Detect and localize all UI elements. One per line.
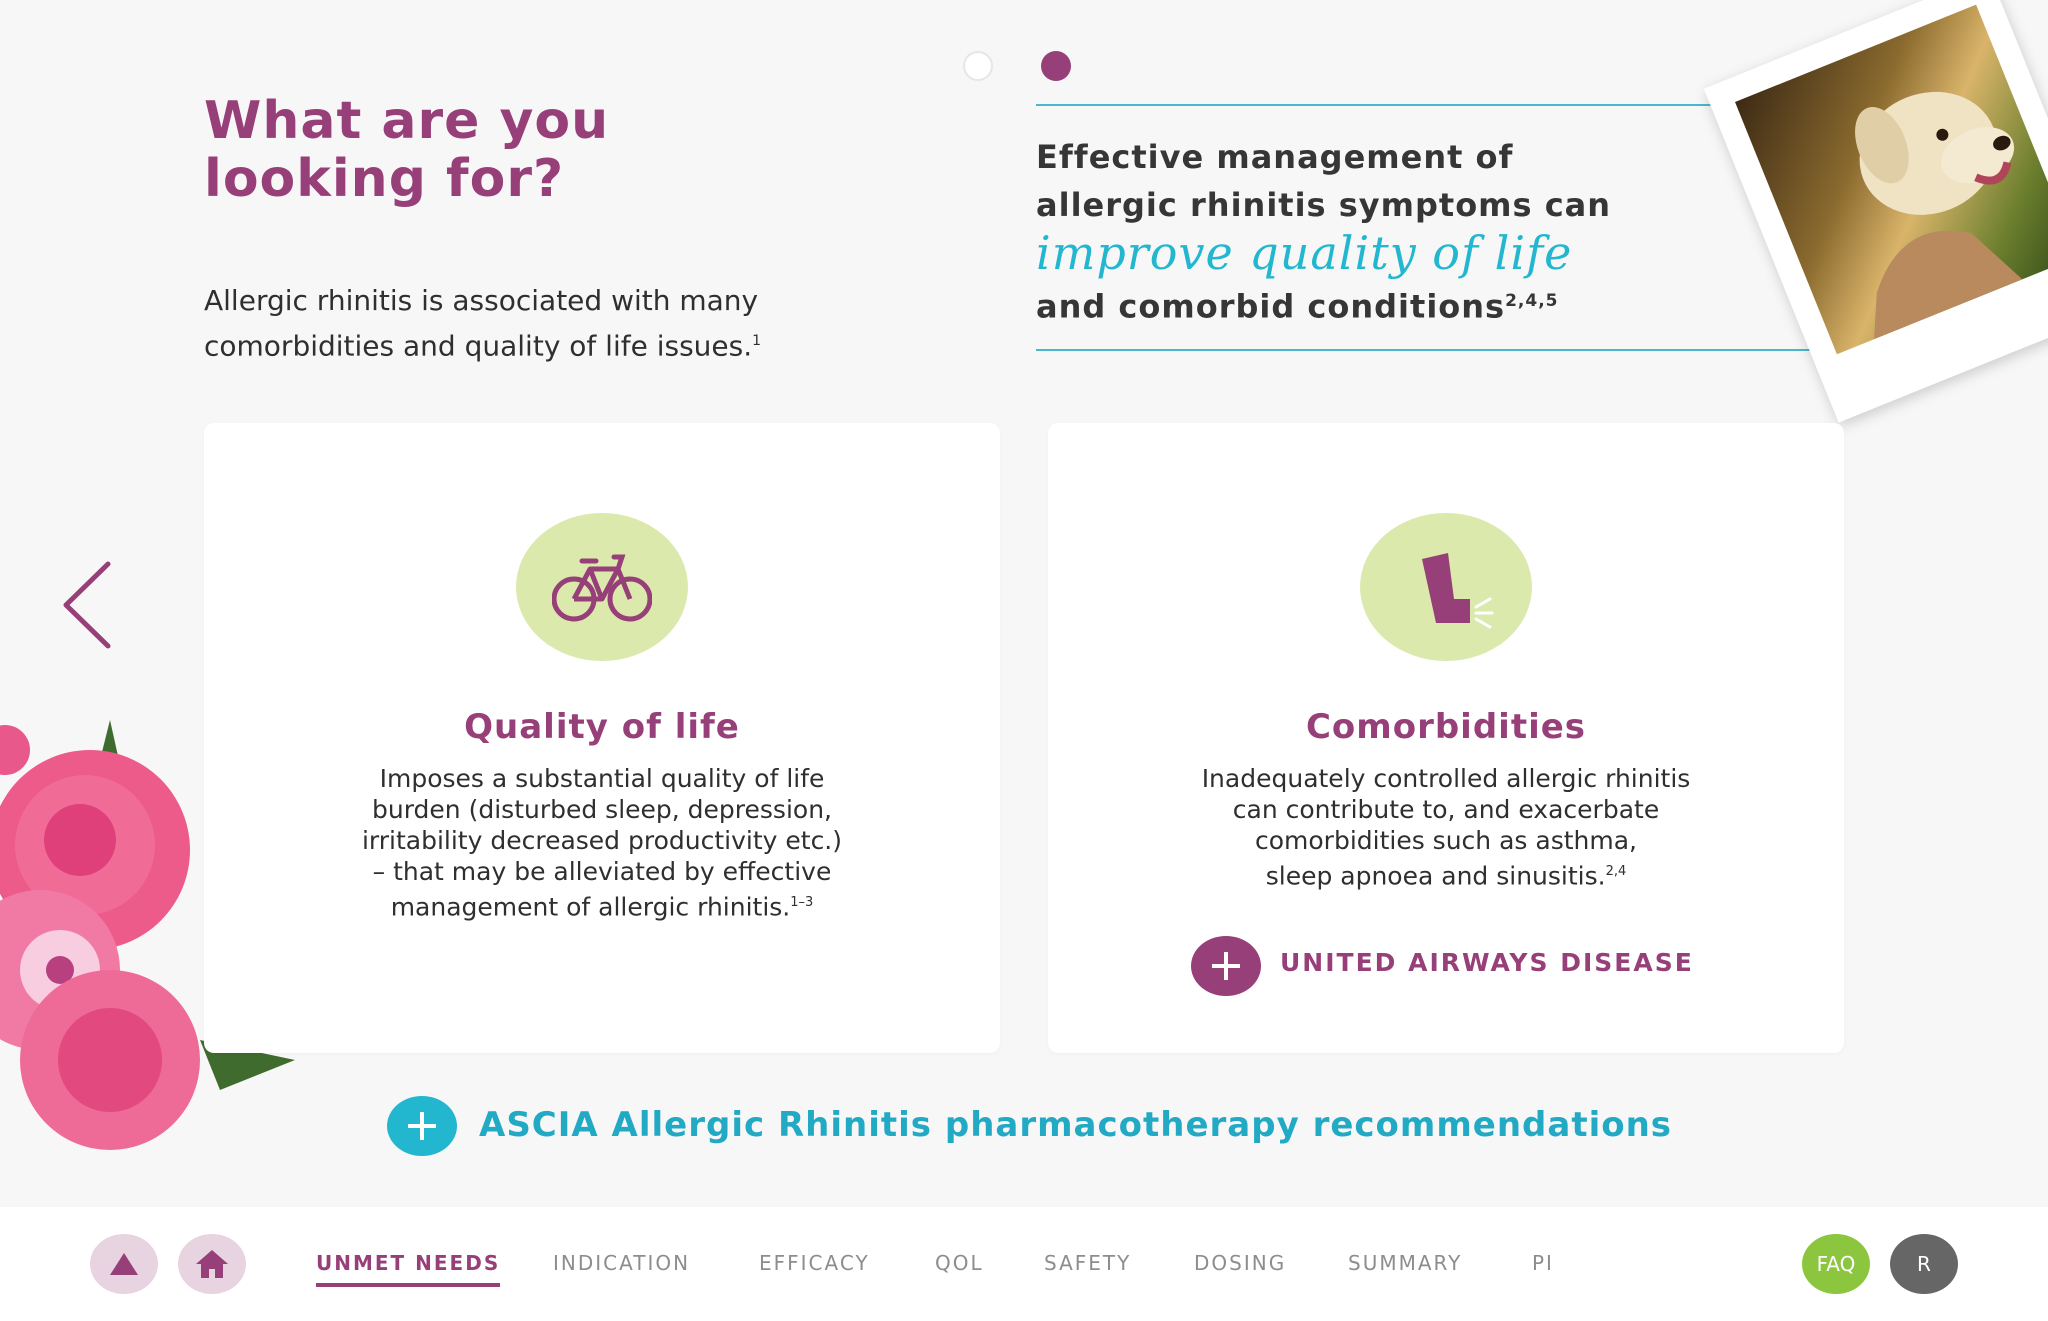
united-airways-expand-button[interactable] [1191,936,1261,996]
quote-rule-bottom [1036,349,1844,351]
card-1-line-2: burden (disturbed sleep, depression, [372,795,832,824]
tab-summary[interactable]: SUMMARY [1348,1251,1462,1275]
tab-dosing[interactable]: DOSING [1194,1251,1286,1275]
card-text-quality-of-life: Imposes a substantial quality of life bu… [264,763,940,922]
tab-qol[interactable]: QOL [935,1251,984,1275]
triangle-up-icon [110,1253,138,1275]
card-icon-circle [516,513,688,661]
scroll-up-button[interactable] [90,1234,158,1294]
tab-efficacy[interactable]: EFFICACY [759,1251,870,1275]
dog-illustration [1855,91,2023,340]
card-2-reference: 2,4 [1605,864,1627,879]
card-1-line-1: Imposes a substantial quality of life [379,764,825,793]
ascia-recommendations-link[interactable]: ASCIA Allergic Rhinitis pharmacotherapy … [479,1105,1672,1145]
references-button[interactable]: R [1890,1234,1958,1294]
united-airways-disease-link[interactable]: UNITED AIRWAYS DISEASE [1280,948,1694,977]
card-1-line-4: – that may be alleviated by effective [372,857,832,886]
card-2-line-2: can contribute to, and exacerbate [1232,795,1660,824]
page-title-line-1: What are you [204,91,610,151]
page-title: What are you looking for? [204,92,824,208]
bottom-navigation: UNMET NEEDS INDICATION EFFICACY QOL SAFE… [0,1207,2048,1321]
ascia-expand-button[interactable] [387,1096,457,1156]
card-1-line-3: irritability decreased productivity etc.… [361,826,843,855]
quote-reference: 2,4,5 [1505,291,1559,311]
pager-dot-1[interactable] [963,51,993,81]
quote-block: Effective management of allergic rhiniti… [1036,133,1756,331]
tab-pi[interactable]: PI [1532,1251,1554,1275]
plus-icon [408,1112,436,1140]
tab-safety[interactable]: SAFETY [1044,1251,1131,1275]
home-button[interactable] [178,1234,246,1294]
intro-reference: 1 [752,333,762,349]
card-2-line-3: comorbidities such as asthma, [1254,826,1637,855]
quote-rule-top [1036,104,1726,106]
card-icon-circle [1360,513,1532,661]
plus-icon [1212,952,1240,980]
card-text-comorbidities: Inadequately controlled allergic rhiniti… [1108,763,1784,891]
quote-line-4: and comorbid conditions [1036,287,1506,326]
card-1-line-5: management of allergic rhinitis. [390,892,791,922]
quote-script-highlight: improve quality of life [1036,226,1573,280]
dog-photo [1703,0,2048,423]
intro-line-2: comorbidities and quality of life issues… [204,329,753,363]
home-icon [196,1250,228,1278]
tab-unmet-needs[interactable]: UNMET NEEDS [316,1251,501,1287]
previous-arrow-button[interactable] [58,560,114,650]
card-2-line-1: Inadequately controlled allergic rhiniti… [1201,764,1691,793]
page-title-line-2: looking for? [204,149,565,209]
quote-line-1: Effective management of [1036,138,1514,176]
card-title-quality-of-life: Quality of life [464,707,740,747]
dog-photo-image [1735,4,2048,355]
quote-line-2: allergic rhinitis symptoms can [1036,186,1612,224]
bicycle-icon [552,554,652,622]
tab-indication[interactable]: INDICATION [553,1251,690,1275]
intro-line-1: Allergic rhinitis is associated with man… [204,284,759,317]
card-title-comorbidities: Comorbidities [1305,707,1587,747]
card-1-reference: 1–3 [790,895,814,910]
intro-text: Allergic rhinitis is associated with man… [204,280,904,366]
card-2-line-4: sleep apnoea and sinusitis. [1265,861,1606,891]
faq-button[interactable]: FAQ [1802,1234,1870,1294]
inhaler-icon [1422,553,1494,629]
pager-dot-2-active[interactable] [1041,51,1071,81]
chevron-left-icon [63,561,111,649]
quote-line-4-wrap: and comorbid conditions2,4,5 [1036,277,1756,331]
card-quality-of-life: Quality of life Imposes a substantial qu… [204,423,1000,1053]
